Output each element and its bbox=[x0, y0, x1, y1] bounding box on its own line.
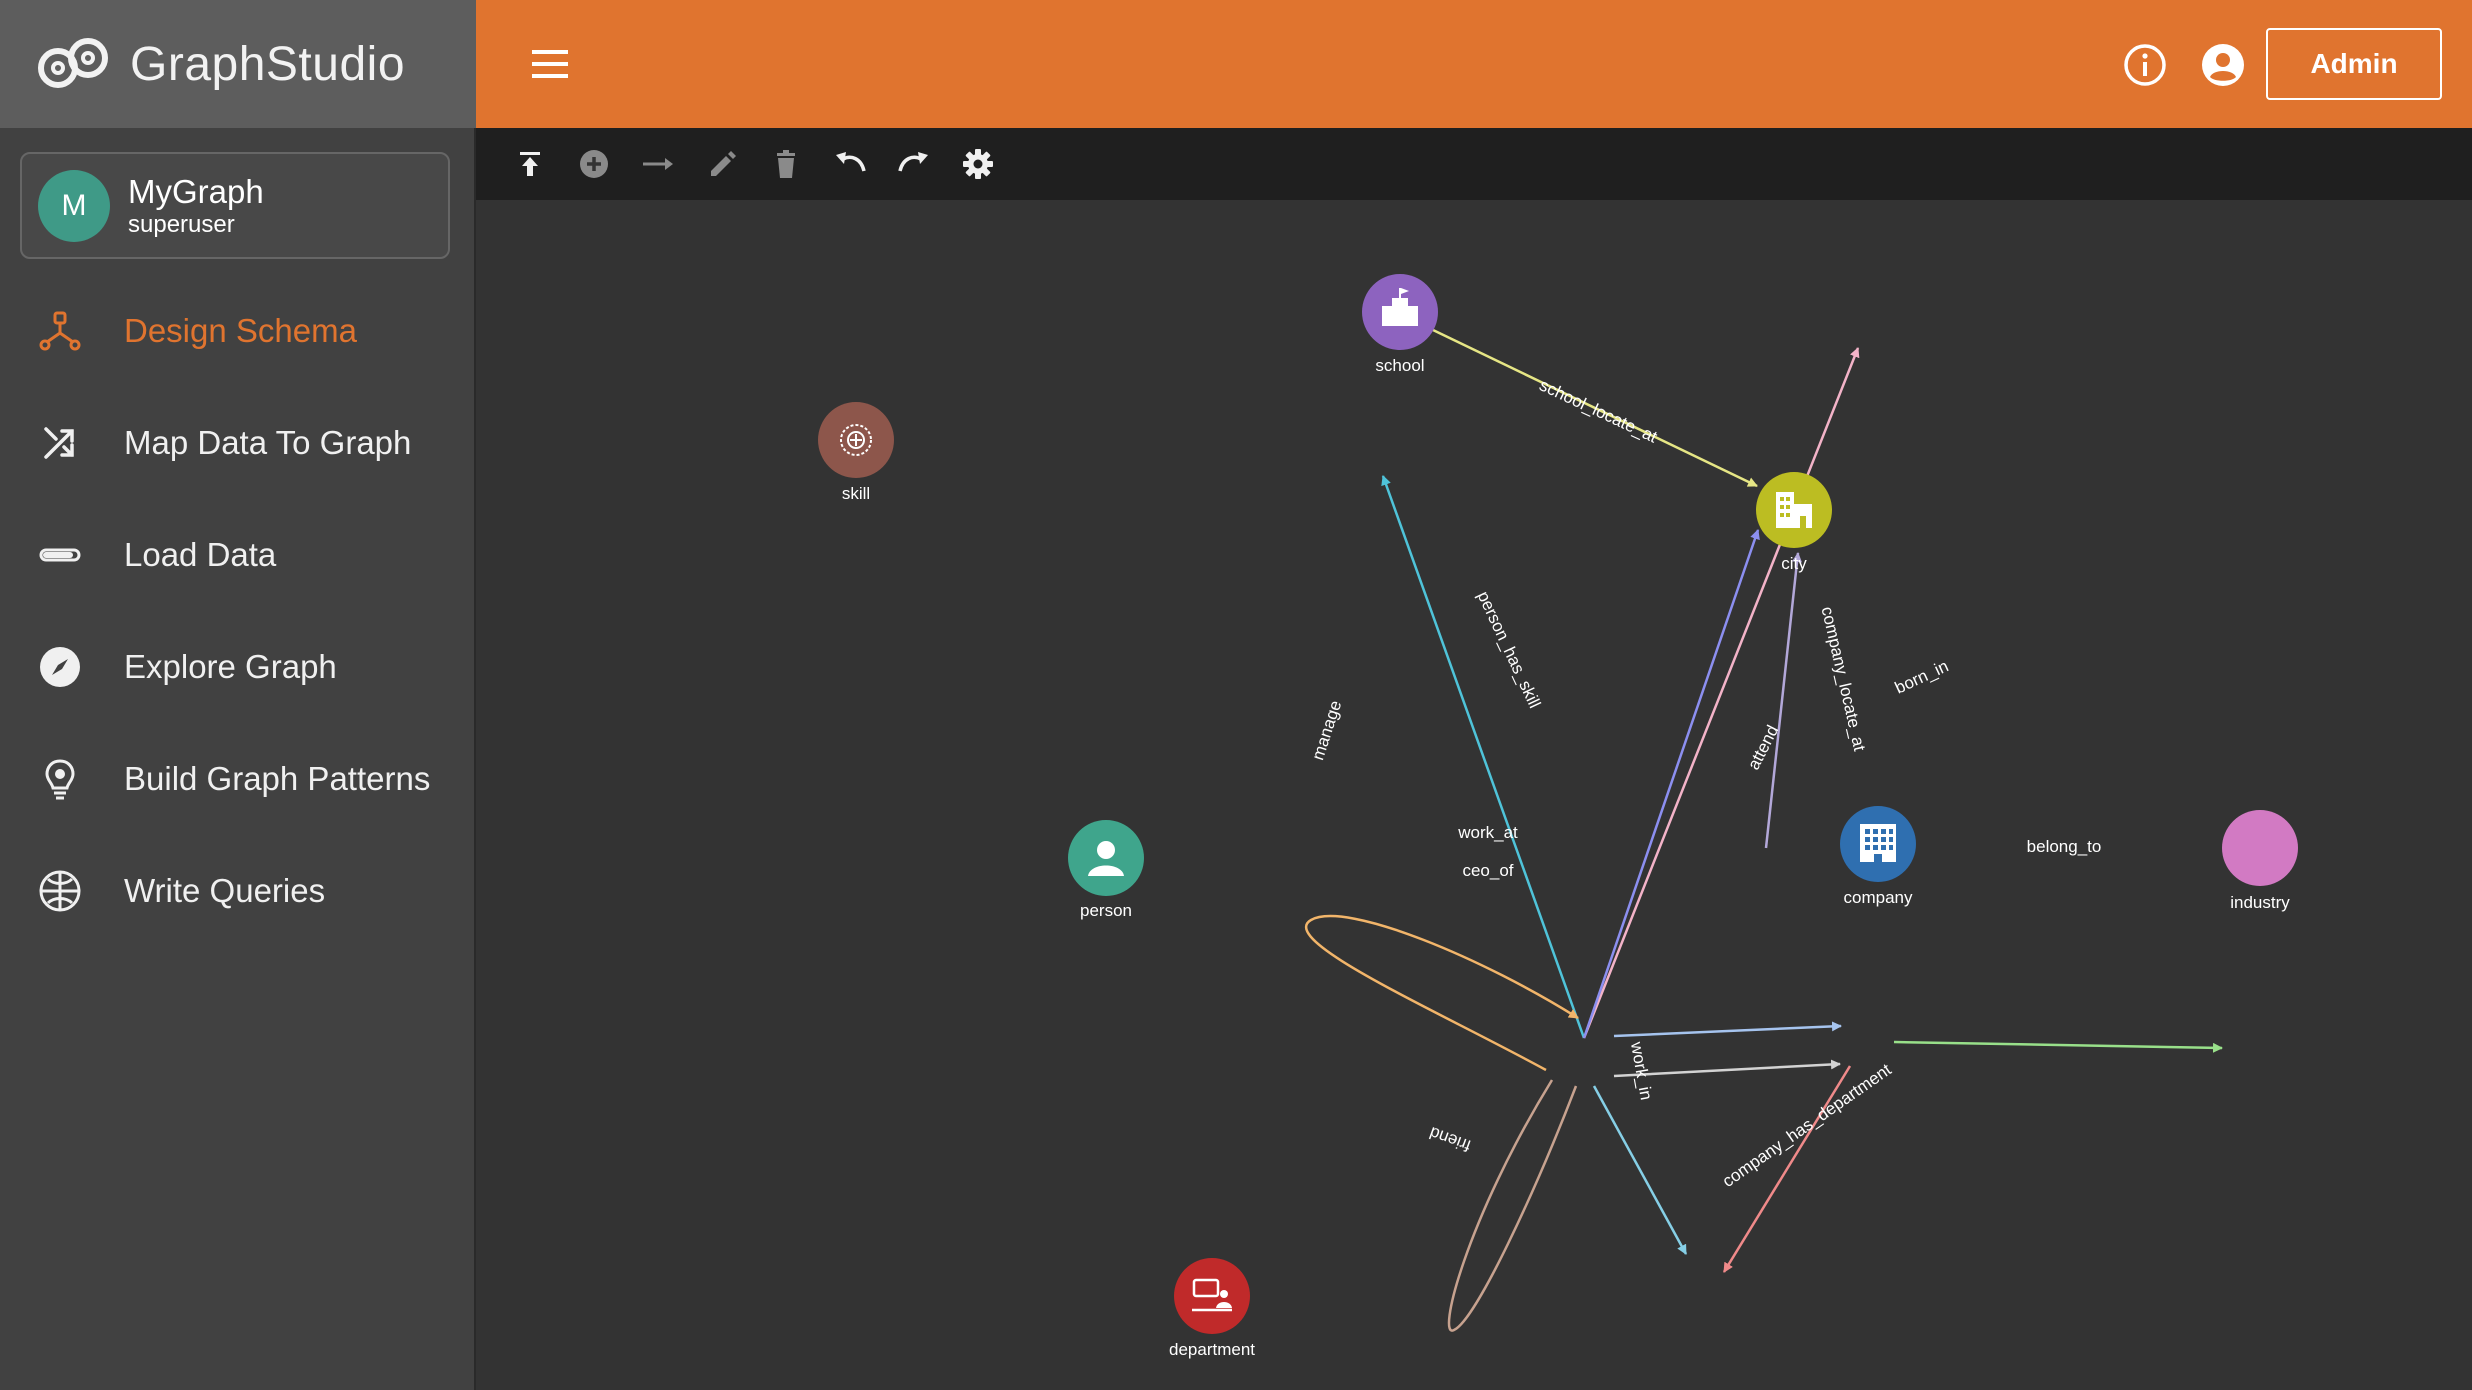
avatar: M bbox=[38, 169, 110, 242]
edge-label: person_has_skill bbox=[1474, 588, 1545, 711]
publish-button[interactable] bbox=[498, 140, 562, 188]
edge-attend[interactable] bbox=[1582, 347, 1860, 1039]
graph-name: MyGraph bbox=[128, 172, 264, 210]
compass-icon bbox=[38, 645, 82, 689]
schema-edges bbox=[1304, 328, 2223, 1332]
vertex-label: industry bbox=[2230, 893, 2290, 912]
graph-info: MyGraph superuser bbox=[128, 173, 264, 239]
redo-icon bbox=[898, 152, 928, 172]
vertex-label: city bbox=[1781, 554, 1807, 573]
info-icon bbox=[2124, 44, 2166, 86]
nav-item-build-patterns[interactable]: Build Graph Patterns bbox=[0, 739, 476, 819]
shuffle-icon bbox=[38, 421, 82, 465]
logo-text: GraphStudio bbox=[130, 37, 406, 91]
schema-graph: school_locate_at person_has_skill attend… bbox=[818, 274, 2298, 1359]
edge-label: belong_to bbox=[2027, 837, 2102, 856]
edge-company-locate-at[interactable] bbox=[1764, 552, 1803, 849]
logo[interactable]: GraphStudio bbox=[0, 0, 476, 128]
undo-icon bbox=[836, 152, 866, 172]
query-globe-icon bbox=[38, 869, 82, 913]
add-vertex-button[interactable] bbox=[562, 140, 626, 188]
vertex-company[interactable]: company bbox=[1840, 806, 1916, 907]
nav-label: Design Schema bbox=[124, 312, 357, 349]
delete-icon bbox=[777, 150, 795, 178]
vertex-label: department bbox=[1169, 1340, 1255, 1359]
edit-icon bbox=[711, 151, 736, 176]
schema-toolbar bbox=[476, 128, 2472, 200]
nav-label: Build Graph Patterns bbox=[124, 760, 431, 797]
vertex-label: skill bbox=[842, 484, 870, 503]
vertex-label: company bbox=[1844, 888, 1913, 907]
edge-label: born_in bbox=[1892, 656, 1951, 697]
edit-button[interactable] bbox=[690, 140, 754, 188]
publish-icon bbox=[520, 152, 540, 176]
progress-bar-icon bbox=[38, 533, 82, 577]
vertex-person[interactable]: person bbox=[1068, 820, 1144, 920]
graph-role: superuser bbox=[128, 210, 235, 238]
menu-button[interactable] bbox=[526, 40, 574, 88]
graph-selector[interactable]: M MyGraph superuser bbox=[20, 152, 450, 259]
add-vertex-icon bbox=[580, 150, 608, 178]
user-account-icon bbox=[2202, 44, 2244, 86]
edge-work-at[interactable] bbox=[1613, 1021, 1842, 1038]
edge-work-in[interactable] bbox=[1592, 1085, 1688, 1255]
nav-label: Write Queries bbox=[124, 872, 326, 909]
redo-button[interactable] bbox=[882, 140, 946, 188]
nav-label: Map Data To Graph bbox=[124, 424, 412, 461]
edge-label: ceo_of bbox=[1462, 861, 1513, 880]
vertex-city[interactable]: city bbox=[1756, 472, 1832, 573]
edge-label: friend bbox=[1427, 1123, 1473, 1155]
lightbulb-icon bbox=[38, 757, 82, 801]
hamburger-icon bbox=[532, 50, 568, 78]
edge-label: company_locate_at bbox=[1818, 605, 1870, 753]
edge-belong-to[interactable] bbox=[1893, 1040, 2223, 1053]
vertex-skill[interactable]: skill bbox=[818, 402, 894, 503]
nav-label: Load Data bbox=[124, 536, 277, 573]
nav-item-explore-graph[interactable]: Explore Graph bbox=[0, 627, 476, 707]
edge-label: company_has_department bbox=[1719, 1060, 1895, 1191]
nav-label: Explore Graph bbox=[124, 648, 337, 685]
account-button[interactable] bbox=[2200, 42, 2246, 88]
graphstudio-logo-icon bbox=[38, 38, 108, 88]
edge-label: manage bbox=[1308, 698, 1345, 762]
nav-item-map-data[interactable]: Map Data To Graph bbox=[0, 403, 476, 483]
vertex-department[interactable]: department bbox=[1169, 1258, 1255, 1359]
settings-button[interactable] bbox=[946, 140, 1010, 188]
add-edge-icon bbox=[643, 158, 673, 170]
admin-button[interactable]: Admin bbox=[2266, 28, 2442, 100]
edge-person-has-skill[interactable] bbox=[1381, 475, 1586, 1039]
schema-canvas[interactable]: school_locate_at person_has_skill attend… bbox=[476, 200, 2472, 1390]
edge-born-in[interactable] bbox=[1582, 529, 1760, 1039]
undo-button[interactable] bbox=[818, 140, 882, 188]
vertex-label: person bbox=[1080, 901, 1132, 920]
nav-item-design-schema[interactable]: Design Schema bbox=[0, 291, 476, 371]
add-edge-button[interactable] bbox=[626, 140, 690, 188]
edge-label: work_at bbox=[1457, 823, 1518, 842]
delete-button[interactable] bbox=[754, 140, 818, 188]
info-button[interactable] bbox=[2122, 42, 2168, 88]
edge-friend[interactable] bbox=[1447, 1079, 1578, 1332]
vertex-school[interactable]: school bbox=[1362, 274, 1438, 375]
schema-icon bbox=[38, 309, 82, 353]
schema-edge-labels: school_locate_at person_has_skill attend… bbox=[1308, 375, 2101, 1191]
edge-manage[interactable] bbox=[1304, 914, 1579, 1072]
sidebar: GraphStudio M MyGraph superuser Design S… bbox=[0, 0, 476, 1390]
edge-label: school_locate_at bbox=[1536, 375, 1660, 446]
vertex-industry[interactable]: industry bbox=[2222, 810, 2298, 912]
top-bar: Admin bbox=[476, 0, 2472, 128]
nav-item-write-queries[interactable]: Write Queries bbox=[0, 851, 476, 931]
settings-icon bbox=[963, 149, 993, 179]
company-icon bbox=[1860, 824, 1896, 862]
vertex-label: school bbox=[1375, 356, 1424, 375]
app-window: GraphStudio M MyGraph superuser Design S… bbox=[0, 0, 2472, 1390]
edge-label: work_in bbox=[1627, 1040, 1656, 1102]
nav-item-load-data[interactable]: Load Data bbox=[0, 515, 476, 595]
